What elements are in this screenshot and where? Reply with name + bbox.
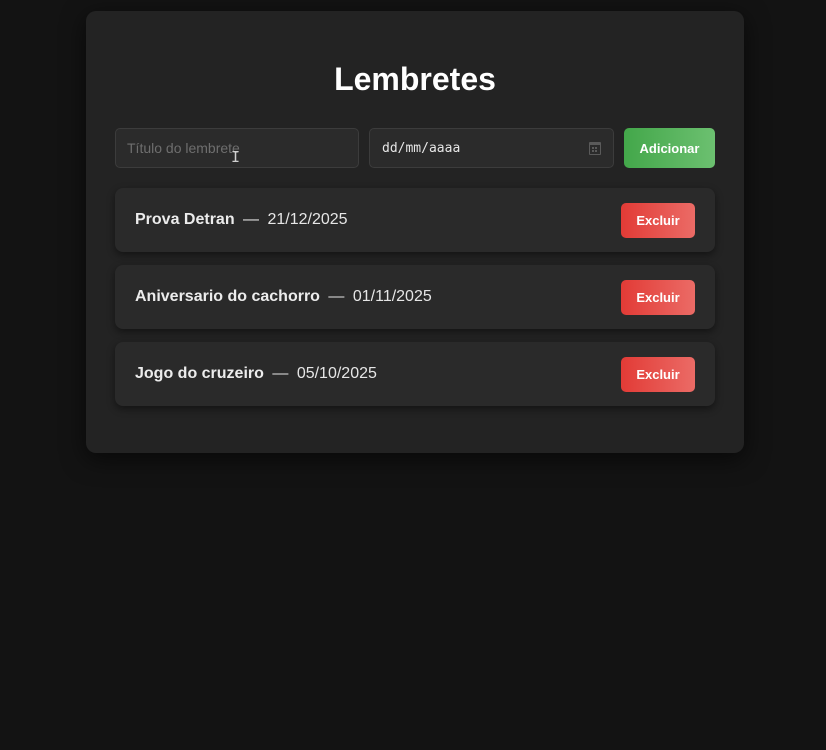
reminder-text: Jogo do cruzeiro — 05/10/2025 <box>135 365 621 383</box>
reminder-date: 05/10/2025 <box>296 365 377 382</box>
reminder-item: Aniversario do cachorro — 01/11/2025 Exc… <box>115 265 715 329</box>
reminder-separator: — <box>272 365 289 382</box>
reminder-list: Prova Detran — 21/12/2025 Excluir Aniver… <box>115 188 715 419</box>
reminder-title-input[interactable] <box>115 128 359 168</box>
reminder-title: Prova Detran <box>135 211 235 228</box>
reminder-item: Prova Detran — 21/12/2025 Excluir <box>115 188 715 252</box>
reminder-date-input[interactable]: dd/mm/aaaa <box>369 128 614 168</box>
reminder-text: Aniversario do cachorro — 01/11/2025 <box>135 288 621 306</box>
calendar-icon[interactable] <box>589 141 601 155</box>
reminder-date: 21/12/2025 <box>267 211 348 228</box>
reminder-separator: — <box>243 211 260 228</box>
delete-button[interactable]: Excluir <box>621 356 695 392</box>
reminders-card: Lembretes dd/mm/aaaa Adicionar Prova Det… <box>86 11 744 453</box>
delete-button[interactable]: Excluir <box>621 279 695 315</box>
reminder-separator: — <box>328 288 345 305</box>
reminder-title: Jogo do cruzeiro <box>135 365 264 382</box>
add-button[interactable]: Adicionar <box>624 128 715 168</box>
reminder-date: 01/11/2025 <box>352 288 432 305</box>
page-title: Lembretes <box>334 61 496 97</box>
reminder-text: Prova Detran — 21/12/2025 <box>135 211 621 229</box>
reminder-title: Aniversario do cachorro <box>135 288 320 305</box>
delete-button[interactable]: Excluir <box>621 202 695 238</box>
reminder-item: Jogo do cruzeiro — 05/10/2025 Excluir <box>115 342 715 406</box>
date-input-text: dd/mm/aaaa <box>382 140 461 156</box>
